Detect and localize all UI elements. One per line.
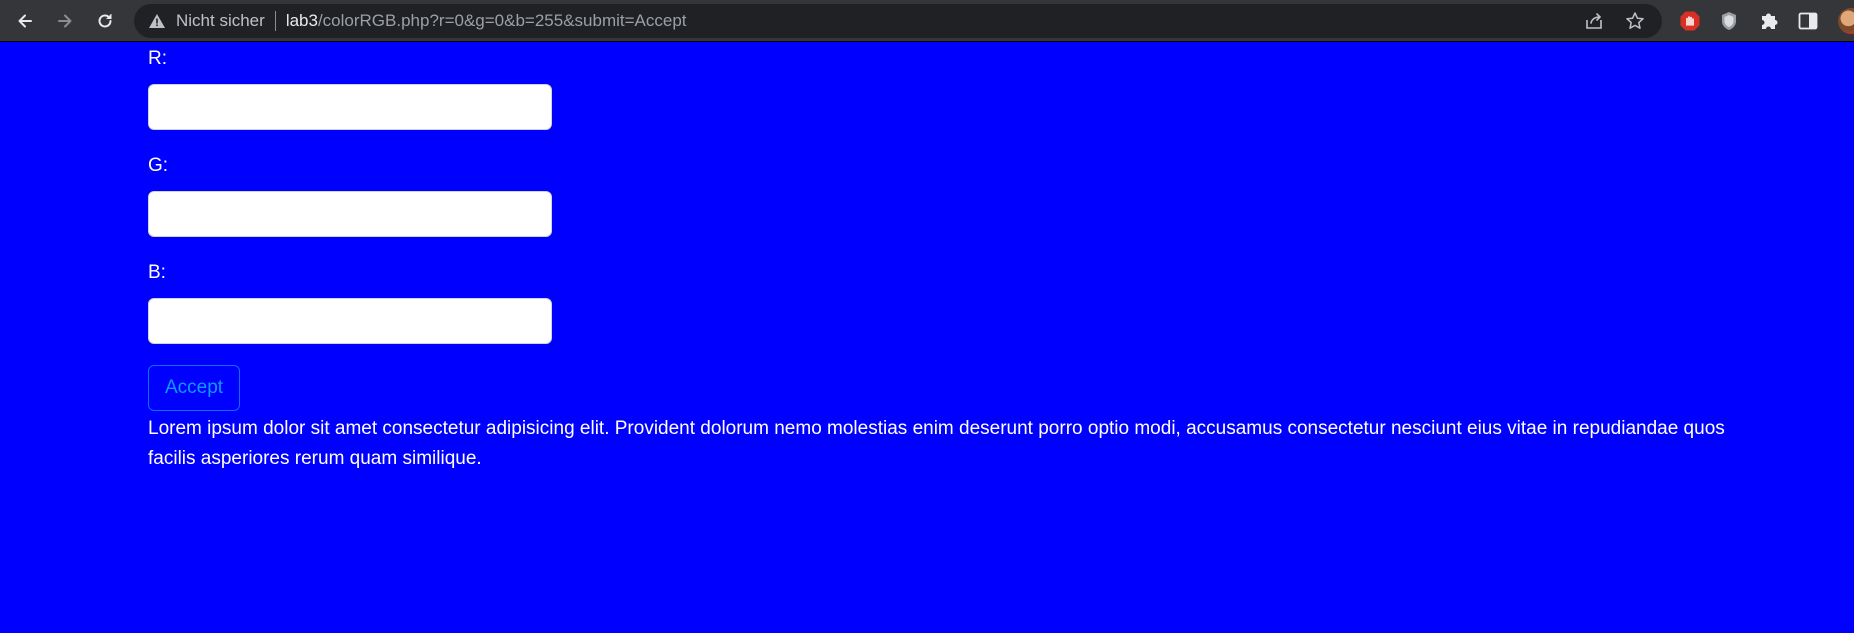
forward-button[interactable]: [50, 6, 80, 36]
r-label: R:: [148, 48, 167, 69]
reload-button[interactable]: [90, 6, 120, 36]
omnibox-separator: [274, 11, 276, 31]
security-status-label[interactable]: Nicht sicher: [176, 11, 265, 31]
r-input[interactable]: [148, 84, 552, 130]
star-icon[interactable]: [1625, 11, 1645, 31]
shield-extension-icon[interactable]: [1718, 10, 1740, 32]
stop-hand-extension-icon[interactable]: [1679, 10, 1701, 32]
accept-button[interactable]: Accept: [148, 365, 240, 411]
url-text[interactable]: lab3/colorRGB.php?r=0&g=0&b=255&submit=A…: [286, 11, 687, 31]
side-panel-icon[interactable]: [1797, 10, 1819, 32]
b-label: B:: [148, 262, 166, 283]
url-host: lab3: [285, 11, 318, 30]
browser-toolbar: Nicht sicher lab3/colorRGB.php?r=0&g=0&b…: [0, 0, 1854, 42]
arrow-left-icon: [18, 14, 32, 28]
g-label: G:: [148, 155, 169, 176]
share-icon[interactable]: [1584, 11, 1604, 31]
arrow-right-icon: [58, 14, 72, 28]
profile-avatar[interactable]: [1838, 8, 1854, 34]
puzzle-extensions-icon[interactable]: [1758, 10, 1780, 32]
b-input[interactable]: [148, 298, 552, 344]
lorem-paragraph: Lorem ipsum dolor sit amet consectetur a…: [148, 418, 1725, 469]
warning-triangle-icon[interactable]: [148, 12, 166, 30]
url-path: /colorRGB.php?r=0&g=0&b=255&submit=Accep…: [317, 11, 687, 30]
g-input[interactable]: [148, 191, 552, 237]
back-button[interactable]: [10, 6, 40, 36]
address-bar[interactable]: Nicht sicher lab3/colorRGB.php?r=0&g=0&b…: [134, 4, 1662, 38]
reload-icon: [98, 14, 112, 28]
